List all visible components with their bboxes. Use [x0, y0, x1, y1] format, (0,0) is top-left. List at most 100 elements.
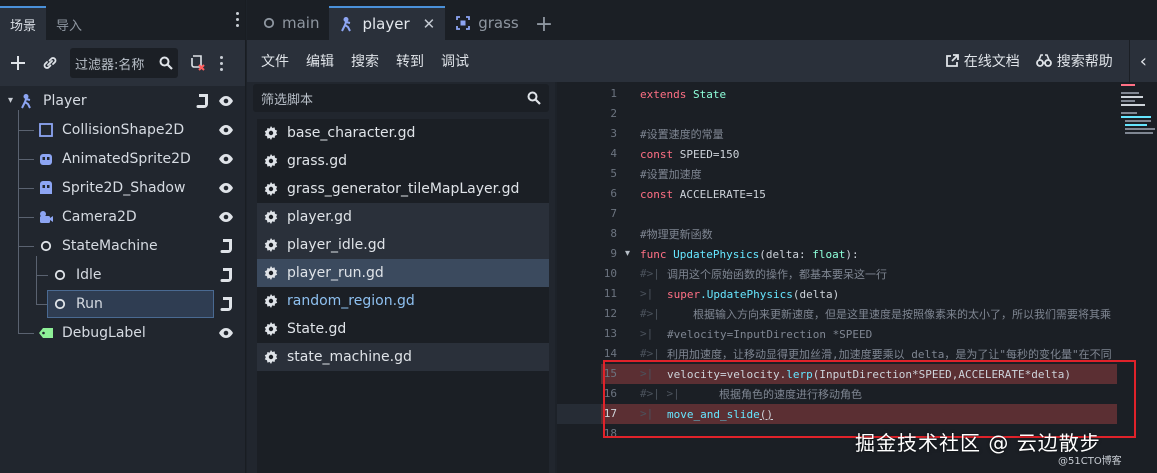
gear-icon: [263, 181, 279, 197]
add-node-icon[interactable]: [6, 51, 30, 75]
menu-debug[interactable]: 调试: [441, 51, 469, 71]
line-number: 3: [610, 127, 617, 140]
code-line-8: #物理更新函数: [640, 228, 713, 241]
menu-goto[interactable]: 转到: [396, 51, 424, 71]
script-list-item[interactable]: player.gd: [257, 203, 549, 231]
code-line-10: 调用这个原始函数的操作，都基本要呆这一行: [667, 268, 887, 281]
add-tab-icon[interactable]: +: [535, 12, 553, 40]
node-circle-icon: [52, 296, 68, 312]
online-docs-label: 在线文档: [963, 54, 1020, 70]
menubar-right: 在线文档 搜索帮助 ‹: [945, 40, 1157, 82]
scene-toolbar: 过滤器:名称: [0, 40, 245, 86]
node-filter-placeholder: 过滤器:名称: [75, 57, 145, 73]
script-list-panel: 筛选脚本 base_character.gd grass.gd grass_gene…: [247, 82, 555, 473]
label-icon: [38, 325, 54, 341]
tree-node-label: CollisionShape2D: [62, 121, 185, 138]
script-list-item[interactable]: base_character.gd: [257, 119, 549, 147]
help-search-icon: [1035, 54, 1052, 67]
fold-arrow-icon[interactable]: ▾: [625, 248, 630, 259]
tab-label: main: [282, 14, 320, 32]
visibility-eye-icon[interactable]: [217, 150, 235, 168]
node-filter-input[interactable]: 过滤器:名称: [70, 48, 178, 78]
tab-grass[interactable]: grass: [445, 6, 529, 40]
tree-node-label: Idle: [76, 266, 102, 283]
menu-file[interactable]: 文件: [261, 51, 289, 71]
node-circle-icon: [38, 238, 54, 254]
link-icon[interactable]: [38, 51, 62, 75]
code-line-13: #velocity=InputDirection *SPEED: [667, 327, 873, 341]
search-help-button[interactable]: 搜索帮助: [1035, 51, 1113, 71]
tab-player[interactable]: player ✕: [329, 6, 446, 40]
remove-script-icon[interactable]: [186, 51, 210, 75]
script-menubar: 文件 编辑 搜索 转到 调试 在线文档 搜索帮助 ‹: [247, 40, 1157, 82]
online-docs-button[interactable]: 在线文档: [945, 51, 1020, 71]
script-list-item[interactable]: player_idle.gd: [257, 231, 549, 259]
close-icon[interactable]: ✕: [423, 15, 436, 33]
line-number: 12: [603, 307, 617, 320]
visibility-eye-icon[interactable]: [217, 179, 235, 197]
tab-label: player: [362, 15, 410, 33]
search-icon: [527, 91, 541, 105]
animated-sprite-icon: [38, 151, 54, 167]
divider: [1128, 40, 1130, 82]
tree-node-sprite2d-shadow[interactable]: Sprite2D_Shadow: [38, 173, 185, 202]
script-list-item[interactable]: player_run.gd: [257, 259, 549, 287]
tree-node-label: Sprite2D_Shadow: [62, 179, 186, 196]
node-circle-icon: [263, 17, 275, 29]
visibility-eye-icon[interactable]: [217, 92, 235, 110]
search-help-label: 搜索帮助: [1056, 54, 1113, 70]
tree-node-label: StateMachine: [62, 237, 158, 254]
menu-edit[interactable]: 编辑: [306, 51, 334, 71]
tree-node-idle[interactable]: Idle: [52, 260, 102, 289]
indent-marker: >|: [640, 327, 654, 340]
tree-node-camera2d[interactable]: Camera2D: [38, 202, 137, 231]
script-list-item[interactable]: random_region.gd: [257, 287, 549, 315]
tree-node-debuglabel[interactable]: DebugLabel: [38, 318, 146, 347]
script-list-item[interactable]: state_machine.gd: [257, 343, 549, 371]
chevron-left-icon[interactable]: ‹: [1140, 51, 1147, 72]
tree-node-run[interactable]: Run: [47, 290, 214, 318]
tab-main[interactable]: main: [253, 6, 329, 40]
tab-import[interactable]: 导入: [46, 8, 92, 40]
dock-menu-icon[interactable]: [236, 12, 239, 27]
line-number: 10: [603, 267, 617, 280]
tab-scene[interactable]: 场景: [0, 6, 47, 40]
script-list-item[interactable]: State.gd: [257, 315, 549, 343]
tree-node-statemachine[interactable]: StateMachine: [38, 231, 158, 260]
line-number: 11: [603, 287, 617, 300]
tree-node-collisionshape2d[interactable]: CollisionShape2D: [38, 115, 184, 144]
menu-search[interactable]: 搜索: [351, 51, 379, 71]
code-minimap[interactable]: [1119, 82, 1157, 142]
visibility-eye-icon[interactable]: [217, 121, 235, 139]
script-list-item[interactable]: grass_generator_tileMapLayer.gd: [257, 175, 549, 203]
gear-icon: [263, 293, 279, 309]
indent-marker: #>|: [640, 307, 660, 320]
script-name: player.gd: [287, 209, 352, 225]
scene-menu-icon[interactable]: [220, 55, 223, 71]
script-icon[interactable]: [218, 237, 236, 255]
tree-node-animatedsprite2d[interactable]: AnimatedSprite2D: [38, 144, 191, 173]
script-name: base_character.gd: [287, 125, 416, 141]
code-line-6: const ACCELERATE=15: [640, 187, 766, 201]
visibility-eye-icon[interactable]: [217, 208, 235, 226]
indent-marker: #>|: [640, 267, 660, 280]
script-name: random_region.gd: [287, 293, 415, 309]
line-number: 14: [603, 347, 617, 360]
collapse-arrow-icon[interactable]: ▾: [8, 95, 13, 106]
script-filter-input[interactable]: 筛选脚本: [253, 84, 549, 112]
code-line-3: #设置速度的常量: [640, 128, 724, 141]
scene-dock-tabs: 场景 导入: [0, 0, 245, 40]
script-name: State.gd: [287, 321, 347, 337]
script-name: grass_generator_tileMapLayer.gd: [287, 181, 520, 197]
line-number: 4: [610, 147, 617, 160]
line-number: 2: [610, 107, 617, 120]
script-icon[interactable]: [218, 266, 236, 284]
script-name: player_idle.gd: [287, 237, 386, 253]
visibility-eye-icon[interactable]: [217, 324, 235, 342]
script-list-item[interactable]: grass.gd: [257, 147, 549, 175]
script-icon[interactable]: [194, 92, 212, 110]
code-line-4: const SPEED=150: [640, 147, 740, 161]
line-number: 5: [610, 167, 617, 180]
script-name: state_machine.gd: [287, 349, 412, 365]
script-icon[interactable]: [218, 295, 236, 313]
